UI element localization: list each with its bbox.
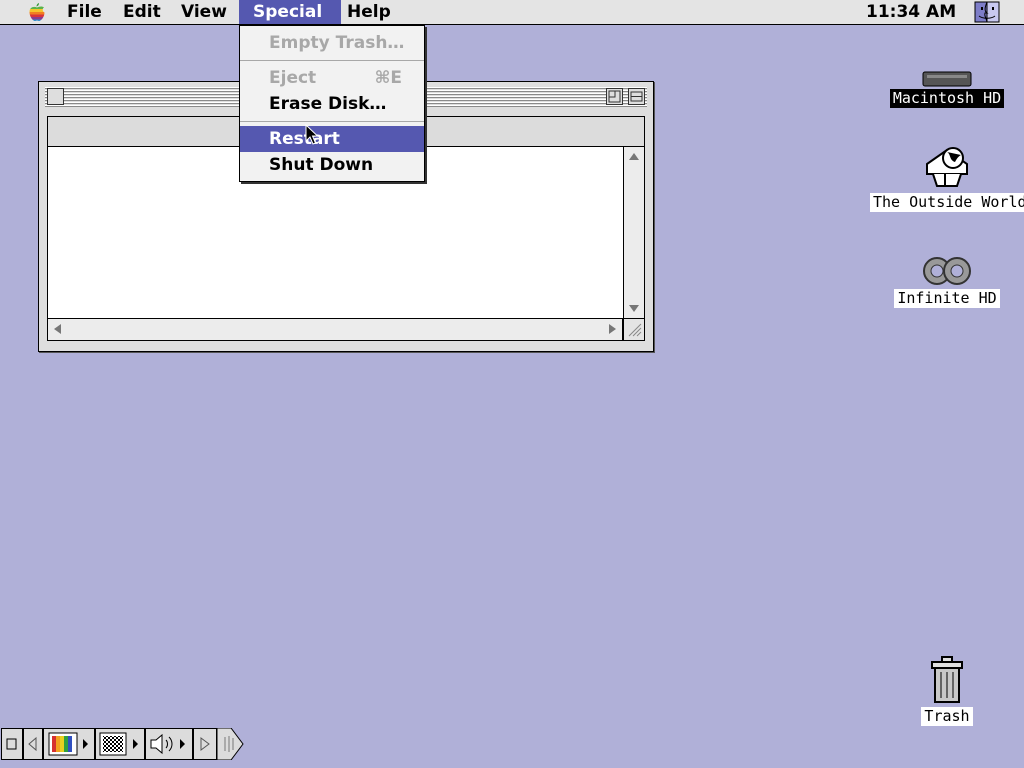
- hard-disk-icon: [922, 71, 972, 87]
- control-strip-module-color-depth[interactable]: [43, 728, 95, 760]
- desktop-icon-macintosh-hd[interactable]: Macintosh HD: [880, 68, 1014, 108]
- internet-globe-icon: [926, 147, 968, 187]
- zoom-icon: [608, 90, 621, 103]
- desktop-icon-trash[interactable]: Trash: [900, 654, 994, 726]
- special-menu-dropdown: Empty Trash… Eject ⌘E Erase Disk… Restar…: [239, 25, 425, 182]
- monitor-resolution-icon: [99, 732, 138, 756]
- vertical-scrollbar[interactable]: [623, 146, 645, 319]
- application-menu[interactable]: [972, 1, 1002, 23]
- control-strip-scroll-right[interactable]: [193, 728, 217, 760]
- menu-item-erase-disk[interactable]: Erase Disk…: [240, 91, 424, 117]
- mouse-pointer-icon: [305, 124, 319, 145]
- apple-menu[interactable]: [22, 0, 52, 24]
- resize-grip[interactable]: [623, 319, 645, 341]
- sound-volume-icon: [150, 733, 185, 755]
- scroll-left-arrow-icon[interactable]: [54, 324, 61, 334]
- close-box[interactable]: [47, 88, 64, 105]
- menu-bar: File Edit View Special Help 11:34 AM: [0, 0, 1024, 25]
- menu-clock[interactable]: 11:34 AM: [866, 0, 956, 24]
- rainbow-apple-icon: [29, 3, 45, 21]
- menu-item-shut-down[interactable]: Shut Down: [240, 152, 424, 178]
- resize-grip-icon: [628, 323, 642, 337]
- control-strip-collapse-tab[interactable]: [1, 728, 23, 760]
- horizontal-scrollbar[interactable]: [47, 319, 623, 341]
- menu-item-label: Erase Disk…: [269, 94, 387, 114]
- menu-item-eject: Eject ⌘E: [240, 65, 424, 91]
- trash-can-icon: [931, 656, 963, 703]
- control-strip-module-sound-volume[interactable]: [145, 728, 193, 760]
- menu-item-empty-trash: Empty Trash…: [240, 30, 424, 56]
- menu-special[interactable]: Special: [239, 0, 341, 24]
- control-strip-scroll-left[interactable]: [23, 728, 43, 760]
- scroll-left-arrow-icon: [28, 736, 37, 752]
- desktop-icon-infinite-hd[interactable]: Infinite HD: [880, 254, 1014, 308]
- desktop-icon-label: Macintosh HD: [889, 89, 1005, 108]
- zoom-box[interactable]: [606, 88, 623, 105]
- desktop-icon-label: Infinite HD: [894, 289, 1000, 308]
- collapse-icon: [6, 738, 17, 750]
- menu-item-restart[interactable]: Restart: [240, 126, 424, 152]
- menu-help[interactable]: Help: [339, 0, 399, 24]
- finder-face-icon: [974, 1, 1000, 23]
- scroll-right-arrow-icon: [200, 737, 210, 751]
- collapse-icon: [630, 91, 643, 102]
- menu-item-label: Eject: [269, 68, 317, 88]
- menu-separator: [240, 60, 424, 61]
- menu-edit[interactable]: Edit: [115, 0, 169, 24]
- menu-separator: [240, 121, 424, 122]
- menu-item-shortcut: ⌘E: [374, 68, 402, 88]
- control-strip-module-monitor-resolution[interactable]: [95, 728, 145, 760]
- menu-view[interactable]: View: [173, 0, 235, 24]
- menu-item-label: Empty Trash…: [269, 33, 405, 53]
- scroll-down-arrow-icon[interactable]: [629, 305, 639, 312]
- collapse-box[interactable]: [628, 88, 645, 105]
- color-depth-icon: [48, 732, 88, 756]
- infinite-disk-icon: [923, 257, 971, 285]
- desktop-icon-label: The Outside World: [870, 193, 1024, 212]
- scroll-up-arrow-icon[interactable]: [629, 153, 639, 160]
- control-strip[interactable]: [0, 724, 248, 764]
- desktop-icon-label: Trash: [921, 707, 973, 726]
- menu-item-label: Shut Down: [269, 155, 374, 175]
- control-strip-tab-handle[interactable]: [216, 727, 245, 761]
- scroll-right-arrow-icon[interactable]: [609, 324, 616, 334]
- desktop-icon-the-outside-world[interactable]: The Outside World: [870, 142, 1024, 212]
- drag-handle-icon: [216, 727, 244, 761]
- menu-file[interactable]: File: [59, 0, 110, 24]
